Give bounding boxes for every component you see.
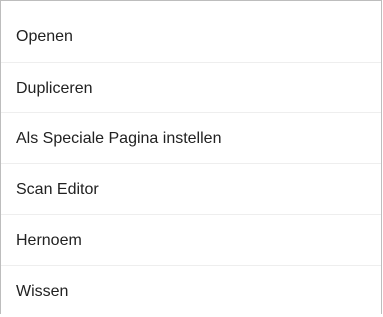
menu-item-delete[interactable]: Wissen [1,266,381,317]
menu-item-label: Dupliceren [16,79,93,97]
menu-item-duplicate[interactable]: Dupliceren [1,63,381,114]
menu-item-scan-editor[interactable]: Scan Editor [1,164,381,215]
menu-item-set-special-page[interactable]: Als Speciale Pagina instellen [1,113,381,164]
menu-item-label: Wissen [16,282,69,300]
menu-item-label: Als Speciale Pagina instellen [16,129,222,147]
menu-item-rename[interactable]: Hernoem [1,215,381,266]
context-menu: Openen Dupliceren Als Speciale Pagina in… [0,0,382,314]
menu-item-label: Scan Editor [16,180,99,198]
menu-item-open[interactable]: Openen [1,11,381,62]
menu-item-label: Openen [16,27,73,45]
menu-item-label: Hernoem [16,231,82,249]
